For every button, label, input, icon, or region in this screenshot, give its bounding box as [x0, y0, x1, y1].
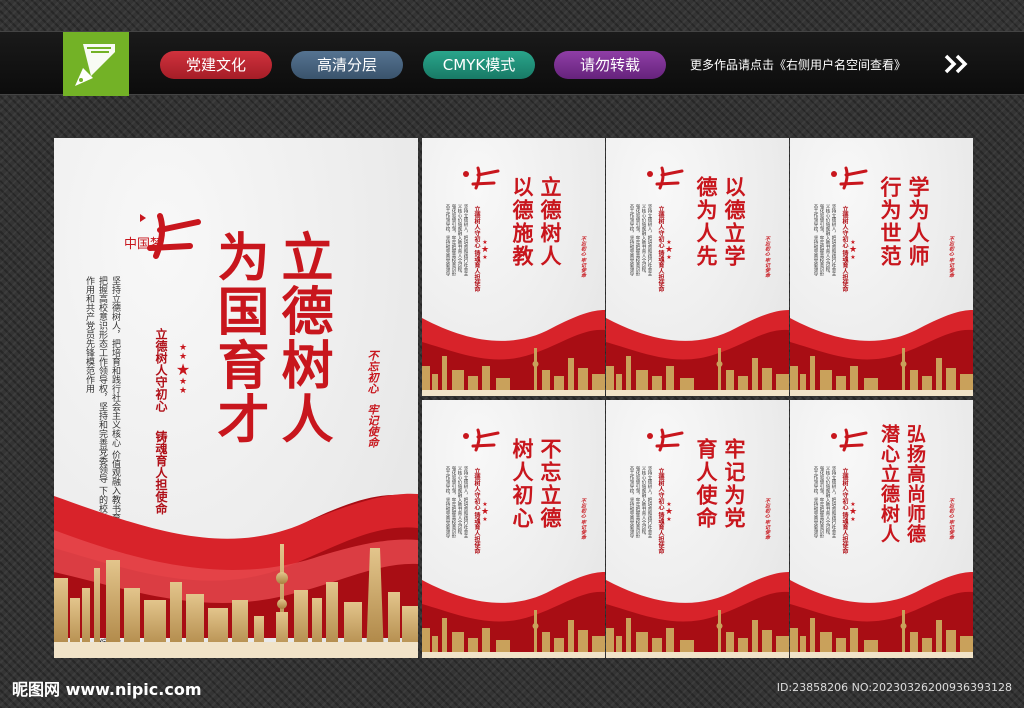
small-title-4: 不忘立德 树人初心	[508, 438, 564, 530]
small-body-1: 坚持立德树人，把培育和践行社会主义核心价值观融入教书育人全过程，强化思想引领，牢…	[445, 204, 468, 276]
main-motto-line-2: 牢记使命	[366, 403, 379, 448]
small-body-4: 坚持立德树人，把培育和践行社会主义核心价值观融入教书育人全过程，强化思想引领，牢…	[445, 466, 468, 538]
small-title-2-line-1: 以德立学	[722, 176, 747, 268]
small-title-2-line-2: 德为人先	[694, 176, 719, 268]
small-poster-5: 牢记为党 育人使命 坚持立德树人，把培育和践行社会主义核心价值观融入教书育人全过…	[606, 400, 789, 658]
city-skyline	[790, 348, 973, 396]
tag-hd-layers[interactable]: 高清分层	[291, 51, 403, 79]
city-skyline	[606, 348, 789, 396]
emblem-text: 中国梦	[124, 237, 163, 252]
small-body-2: 坚持立德树人，把培育和践行社会主义核心价值观融入教书育人全过程，强化思想引领，牢…	[629, 204, 652, 276]
small-poster-6: 弘扬高尚师德 潜心立德树人 坚持立德树人，把培育和践行社会主义核心价值观融入教书…	[790, 400, 973, 658]
small-title-1-line-2: 以德施教	[510, 176, 535, 268]
small-poster-2: 以德立学 德为人先 坚持立德树人，把培育和践行社会主义核心价值观融入教书育人全过…	[606, 138, 789, 396]
small-title-6-line-2: 潜心立德树人	[878, 424, 900, 544]
small-stars-5: ★ ★ ★	[664, 501, 674, 523]
small-title-3-line-2: 行为世范	[878, 176, 903, 268]
emblem-icon	[647, 428, 684, 452]
small-stars-3: ★ ★ ★	[848, 239, 858, 261]
small-body-3: 坚持立德树人，把培育和践行社会主义核心价值观融入教书育人全过程，强化思想引领，牢…	[813, 204, 836, 276]
small-title-6: 弘扬高尚师德 潜心立德树人	[876, 424, 928, 544]
main-body-line-3: 把握高校意识形态工作领导权，坚持和完善党委领导	[97, 276, 107, 483]
small-title-4-line-1: 不忘立德	[538, 438, 563, 530]
tag-no-repost[interactable]: 请勿转载	[554, 51, 666, 79]
small-motto-1: 不忘初心 牢记使命	[580, 236, 586, 278]
logo[interactable]	[63, 32, 129, 96]
small-title-5-line-2: 育人使命	[694, 438, 719, 530]
main-mid-line-1: 立德树人守初心	[154, 328, 168, 412]
small-motto-3: 不忘初心 牢记使命	[948, 236, 954, 278]
china-dream-emblem: 中国梦	[124, 213, 201, 259]
site-watermark[interactable]: 昵图网 www.nipic.com	[12, 676, 202, 700]
small-poster-4: 不忘立德 树人初心 坚持立德树人，把培育和践行社会主义核心价值观融入教书育人全过…	[422, 400, 605, 658]
main-title-line-2: 为国育才	[208, 230, 269, 446]
small-stars-2: ★ ★ ★	[664, 239, 674, 261]
double-chevron-right-icon[interactable]	[944, 54, 970, 74]
emblem-icon	[463, 166, 500, 190]
small-stars-6: ★ ★ ★	[848, 501, 858, 523]
emblem-icon	[463, 428, 500, 452]
main-poster: 中国梦 立德树人 为国育才 不忘初心 牢记使命 立德树人守初心 铸魂育人担使命 …	[54, 138, 418, 658]
city-skyline	[422, 610, 605, 658]
small-body-5: 坚持立德树人，把培育和践行社会主义核心价值观融入教书育人全过程，强化思想引领，牢…	[629, 466, 652, 538]
top-banner: 党建文化 高清分层 CMYK模式 请勿转载 更多作品请点击《右侧用户名空间查看》	[0, 31, 1024, 96]
city-skyline	[606, 610, 789, 658]
small-poster-3: 学为人师 行为世范 坚持立德树人，把培育和践行社会主义核心价值观融入教书育人全过…	[790, 138, 973, 396]
city-skyline	[790, 610, 973, 658]
tag-cmyk[interactable]: CMYK模式	[423, 51, 535, 79]
pen-nib-icon	[75, 44, 115, 86]
small-motto-2: 不忘初心 牢记使命	[764, 236, 770, 278]
small-title-2: 以德立学 德为人先	[692, 176, 748, 268]
city-skyline	[422, 348, 605, 396]
small-title-5: 牢记为党 育人使命	[692, 438, 748, 530]
more-works-hint[interactable]: 更多作品请点击《右侧用户名空间查看》	[690, 51, 906, 79]
small-body-6: 坚持立德树人，把培育和践行社会主义核心价值观融入教书育人全过程，强化思想引领，牢…	[813, 466, 836, 538]
small-title-5-line-1: 牢记为党	[722, 438, 747, 530]
main-motto-line-1: 不忘初心	[366, 350, 379, 394]
small-title-6-line-1: 弘扬高尚师德	[904, 424, 926, 544]
small-motto-4: 不忘初心 牢记使命	[580, 498, 586, 540]
small-motto-6: 不忘初心 牢记使命	[948, 498, 954, 540]
small-stars-4: ★ ★ ★	[480, 501, 490, 523]
small-motto-5: 不忘初心 牢记使命	[764, 498, 770, 540]
main-motto: 不忘初心 牢记使命	[364, 350, 380, 448]
tag-party-culture[interactable]: 党建文化	[160, 51, 272, 79]
small-title-3-line-1: 学为人师	[906, 176, 931, 268]
small-title-3: 学为人师 行为世范	[876, 176, 932, 268]
small-title-1: 立德树人 以德施教	[508, 176, 564, 268]
small-title-1-line-1: 立德树人	[538, 176, 563, 268]
main-body-line-1: 坚持立德树人，把培育和践行社会主义核心	[110, 276, 120, 447]
main-title: 立德树人 为国育才	[206, 230, 334, 446]
main-body-line-5: 作用和共产党员先锋模范作用	[84, 276, 94, 393]
small-title-4-line-2: 树人初心	[510, 438, 535, 530]
city-skyline	[54, 544, 418, 658]
main-stars: ★ ★ ★ ★ ★	[175, 343, 191, 396]
emblem-icon	[831, 428, 868, 452]
image-id-line: ID:23858206 NO:20230326200936393128	[776, 681, 1012, 694]
emblem-icon	[647, 166, 684, 190]
main-title-line-1: 立德树人	[272, 230, 333, 446]
small-stars-1: ★ ★ ★	[480, 239, 490, 261]
small-poster-1: 立德树人 以德施教 坚持立德树人，把培育和践行社会主义核心价值观融入教书育人全过…	[422, 138, 605, 396]
emblem-icon	[831, 166, 868, 190]
